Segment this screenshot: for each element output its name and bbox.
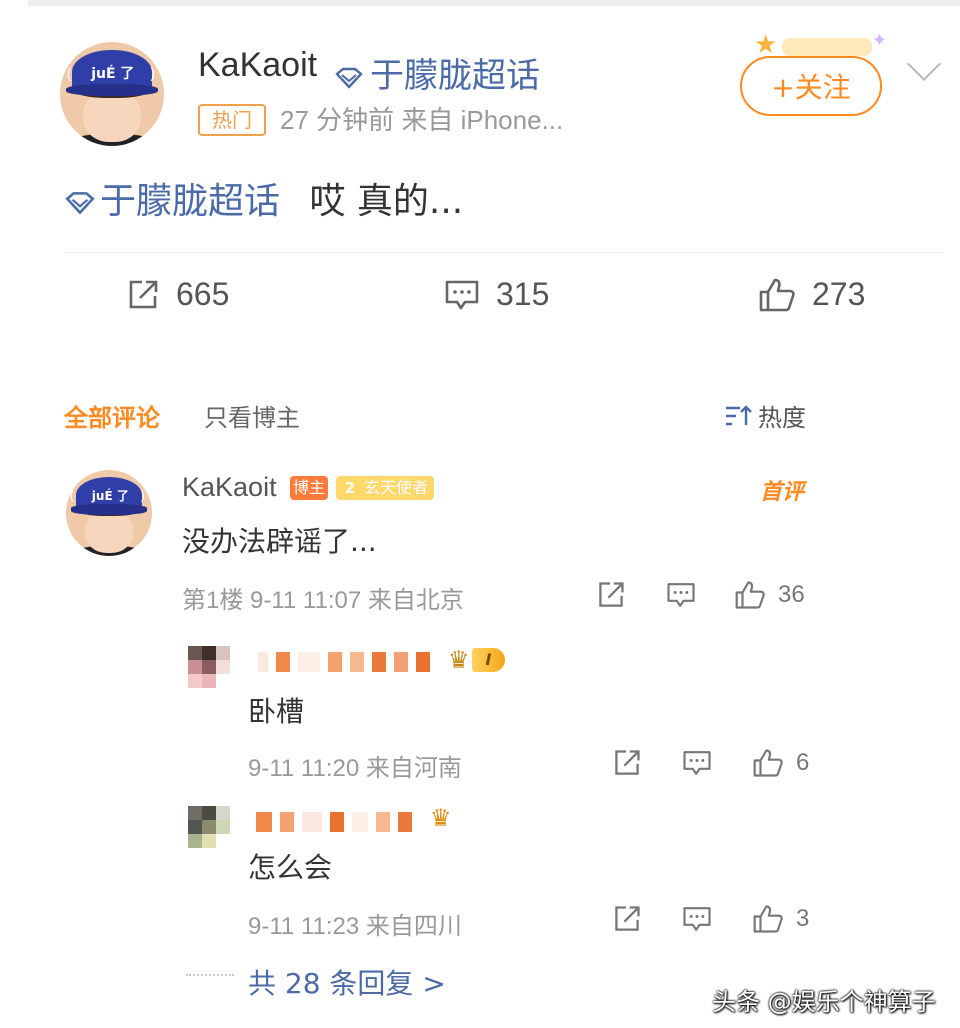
comment-icon[interactable] (666, 580, 696, 610)
fan-level-badge: 2 玄天使者 (336, 476, 435, 500)
tab-op-only[interactable]: 只看博主 (204, 398, 300, 433)
fan-level-number: 2 (344, 479, 356, 497)
reply-like-count: 3 (796, 905, 810, 932)
reply-text: 怎么会 (248, 851, 333, 884)
comment-icon[interactable] (682, 904, 712, 934)
diamond-icon (335, 67, 363, 89)
reply-username-blurred[interactable] (258, 652, 430, 672)
reply-meta: 9-11 11:23 来自四川 (248, 913, 462, 940)
follow-ribbon-decoration (782, 38, 872, 56)
repost-button[interactable]: 665 (126, 276, 229, 313)
like-button[interactable]: 273 (758, 276, 865, 313)
reply-actions: 6 (612, 748, 809, 778)
post-author-name[interactable]: KaKaoit (198, 46, 317, 85)
comment-icon (445, 280, 479, 309)
hot-badge: 热门 (198, 104, 266, 136)
post-topic-label: 于朦胧超话 (370, 56, 540, 96)
comment-actions: 36 (596, 580, 805, 610)
crown-level-label: I (471, 648, 506, 672)
crown-level-badge: ♛ I (448, 646, 506, 674)
repost-icon[interactable] (596, 580, 626, 610)
comment-button[interactable]: 315 (444, 276, 549, 313)
post-text-topic-link[interactable]: 于朦胧超话 (64, 181, 291, 222)
watermark: 头条 @娱乐个神算子 (712, 988, 936, 1016)
sort-icon (726, 404, 752, 425)
post-text-body: 哎 真的... (309, 181, 464, 222)
first-comment-label: 首评 (760, 480, 805, 505)
comment-icon[interactable] (682, 748, 712, 778)
follow-button[interactable]: +关注 (740, 56, 882, 116)
sort-label: 热度 (758, 404, 806, 432)
crown-icon: ♛ (448, 646, 470, 674)
repost-icon[interactable] (612, 748, 642, 778)
sort-by-hotness[interactable]: 热度 (724, 398, 806, 433)
diamond-icon (65, 192, 95, 215)
tab-all-comments[interactable]: 全部评论 (64, 398, 160, 433)
repost-icon (129, 280, 158, 308)
top-divider (28, 0, 960, 6)
like-count: 273 (812, 276, 866, 312)
post-text: 于朦胧超话 哎 真的... (64, 172, 463, 224)
reply-meta: 9-11 11:20 来自河南 (248, 755, 462, 782)
chevron-down-icon[interactable] (907, 47, 941, 81)
post-author-avatar[interactable]: ( juÉ 了 ) (60, 42, 164, 146)
repost-count: 665 (176, 276, 230, 312)
thumbs-up-icon (759, 278, 795, 311)
post-divider (64, 252, 944, 253)
sparkle-icon: ✦ (872, 30, 888, 51)
comment-count: 315 (496, 276, 550, 312)
blogger-badge: 博主 (290, 476, 328, 500)
commenter-name[interactable]: KaKaoit (182, 472, 277, 503)
reply-avatar-pixelated[interactable] (188, 806, 230, 848)
crown-badge-icon: ♛ (430, 804, 452, 832)
comment-meta: 第1楼 9-11 11:07 来自北京 (182, 587, 464, 614)
thumbs-up-icon[interactable] (734, 580, 766, 610)
post-topic-link[interactable]: 于朦胧超话 (334, 48, 540, 97)
replies-dotted-line (186, 974, 234, 976)
thumbs-up-icon[interactable] (752, 748, 784, 778)
reply-username-blurred[interactable] (256, 812, 412, 832)
reply-text: 卧槽 (248, 695, 305, 728)
repost-icon[interactable] (612, 904, 642, 934)
comment-text: 没办法辟谣了... (182, 525, 377, 558)
thumbs-up-icon[interactable] (752, 904, 784, 934)
reply-avatar-pixelated[interactable] (188, 646, 230, 688)
reply-like-count: 6 (796, 749, 810, 776)
post-meta: 27 分钟前 来自 iPhone... (280, 105, 564, 135)
view-more-replies-link[interactable]: 共 28 条回复 > (248, 962, 446, 1002)
reply-actions: 3 (612, 904, 809, 934)
fan-level-title: 玄天使者 (364, 478, 429, 497)
commenter-avatar[interactable]: ( juÉ 了 ) (66, 470, 152, 556)
comment-like-count: 36 (778, 581, 805, 608)
post-text-topic-label: 于朦胧超话 (100, 181, 281, 222)
